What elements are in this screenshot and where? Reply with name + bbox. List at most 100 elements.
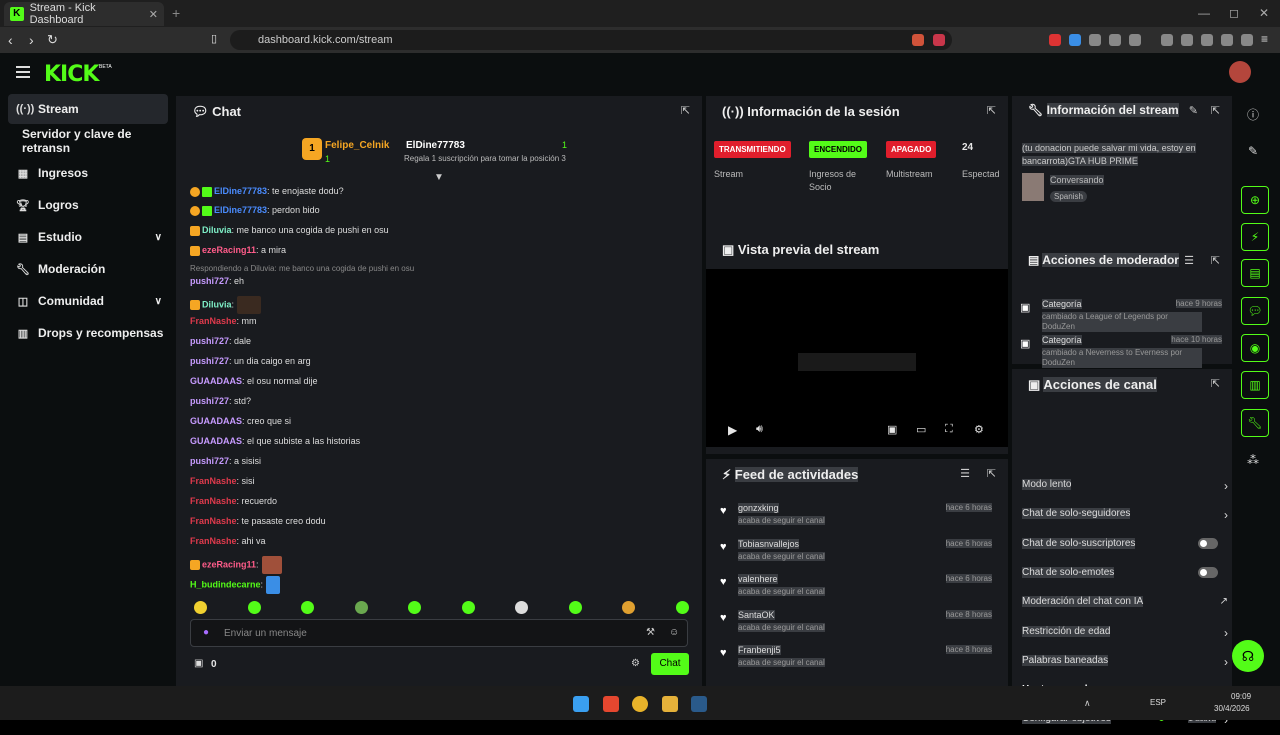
toggle-switch[interactable] (1198, 537, 1218, 549)
windows-start-icon[interactable] (573, 696, 589, 712)
vpn-icon[interactable] (1241, 34, 1253, 46)
channel-action-row[interactable]: Palabras baneadas › (1022, 654, 1232, 677)
chat-username[interactable]: pushi727 (190, 356, 229, 366)
chat-username[interactable]: GUAADAAS (190, 436, 242, 446)
channel-action-row[interactable]: Chat de solo-suscriptores (1022, 537, 1232, 560)
clock-time[interactable]: 09:09 (1231, 692, 1251, 701)
volume-icon[interactable]: 🔊︎ (756, 423, 763, 436)
new-tab-icon[interactable]: + (172, 5, 180, 21)
sidebar-item-drops[interactable]: ▥ Drops y recompensas (8, 318, 168, 348)
emote-shortcut[interactable] (247, 601, 261, 614)
emote-shortcut[interactable] (515, 601, 528, 614)
popout-icon[interactable]: ⇱ (1211, 104, 1220, 117)
sidebar-item-estudio[interactable]: ▤ Estudio ∨ (8, 222, 168, 252)
chat-username[interactable]: ElDine77783 (214, 205, 267, 215)
filter-icon[interactable]: ☰ (960, 467, 970, 480)
sidebar-toggle-icon[interactable] (1181, 34, 1193, 46)
emoji-icon[interactable]: ☺ (669, 627, 679, 638)
channel-action-row[interactable]: Moderación del chat con IA ↗ (1022, 596, 1232, 618)
chat-username[interactable]: Diluvia (202, 299, 232, 309)
close-window-icon[interactable]: ✕ (1259, 6, 1269, 20)
chat-input[interactable]: ● Enviar un mensaje ⚒ ☺ (190, 619, 688, 647)
sidebar-item-stream[interactable]: ((·)) Stream (8, 94, 168, 124)
chat-settings-icon[interactable]: ⚙ (631, 658, 640, 669)
record-extension-icon[interactable] (1049, 34, 1061, 46)
url-field[interactable]: dashboard.kick.com/stream (230, 30, 952, 50)
mod-action-item[interactable]: ▣ Categoría hace 9 horas cambiado a League … (1020, 299, 1226, 333)
maximize-icon[interactable]: ◻ (1229, 6, 1239, 20)
document-icon[interactable]: ▤ (1241, 259, 1269, 287)
mod-action-item[interactable]: ▣ Categoría hace 10 horas cambiado a Nevern… (1020, 335, 1226, 369)
target-icon[interactable]: ⊕ (1241, 186, 1269, 214)
toggle-switch[interactable] (1198, 566, 1218, 578)
info-icon[interactable]: ⓘ (1236, 100, 1270, 128)
store-icon[interactable]: ▣ (194, 658, 203, 669)
popout-icon[interactable]: ⇱ (987, 467, 996, 480)
language-indicator[interactable]: ESP (1150, 698, 1166, 707)
user-avatar[interactable] (1229, 61, 1251, 83)
chat-username[interactable]: ezeRacing11 (202, 559, 256, 569)
chrome-icon[interactable] (632, 696, 648, 712)
media-icon[interactable] (1161, 34, 1173, 46)
reload-icon[interactable]: ↻ (47, 32, 58, 48)
chat-username[interactable]: GUAADAAS (190, 376, 242, 386)
kick-logo[interactable]: KICK (44, 62, 99, 87)
panel-icon[interactable]: ▥ (1241, 371, 1269, 399)
chat-username[interactable]: FranNashe (190, 316, 237, 326)
sidebar-item-comunidad[interactable]: ◫ Comunidad ∨ (8, 286, 168, 316)
emote-shortcut[interactable] (354, 601, 368, 614)
chat-username[interactable]: pushi727 (190, 456, 229, 466)
feed-item[interactable]: ♥ Franbenji5 acaba de seguir el canal hace … (720, 645, 998, 675)
bookmark-icon[interactable]: ▯ (211, 32, 217, 45)
player-settings-icon[interactable]: ⚙ (974, 423, 984, 436)
theater-icon[interactable]: ▭ (916, 423, 926, 436)
emote-image[interactable] (261, 556, 282, 574)
clock-date[interactable]: 30/4/2026 (1214, 704, 1250, 713)
top-gifter-name[interactable]: Felipe_Celnik (325, 140, 389, 151)
emote-shortcut[interactable] (301, 601, 314, 614)
forward-icon[interactable]: › (29, 32, 34, 48)
chat-username[interactable]: FranNashe (190, 536, 237, 546)
add-widget-icon[interactable]: ⁂ (1236, 446, 1270, 474)
chat-username[interactable]: pushi727 (190, 396, 229, 406)
brave-browser-icon[interactable] (603, 696, 619, 712)
back-icon[interactable]: ‹ (8, 32, 13, 48)
emote-shortcut[interactable] (461, 601, 475, 614)
hamburger-menu-icon[interactable] (16, 66, 30, 78)
second-gifter-name[interactable]: ElDine77783 (406, 140, 465, 151)
close-tab-icon[interactable]: ✕ (149, 8, 158, 21)
collapse-pinned-icon[interactable]: ▼ (434, 172, 444, 183)
minimize-icon[interactable]: — (1198, 6, 1210, 20)
audio-extension-icon[interactable] (1089, 34, 1101, 46)
channel-action-row[interactable]: Restricción de edad › (1022, 625, 1232, 648)
sidebar-item-moderacion[interactable]: 🔧︎ Moderación (8, 254, 168, 284)
pip-icon[interactable]: ▣ (887, 423, 897, 436)
chat-username[interactable]: FranNashe (190, 476, 237, 486)
fullscreen-icon[interactable]: ⛶ (945, 423, 953, 436)
sidebar-item-ingresos[interactable]: ▦ Ingresos (8, 158, 168, 188)
emote-image[interactable] (237, 296, 262, 314)
play-icon[interactable]: ▶ (728, 423, 737, 437)
bolt-icon[interactable]: ⚡︎ (1241, 223, 1269, 251)
wrench-icon[interactable]: 🔧︎ (1241, 409, 1269, 437)
popout-icon[interactable]: ⇱ (987, 104, 996, 117)
chat-username[interactable]: pushi727 (190, 336, 229, 346)
extension-icon[interactable] (1069, 34, 1081, 46)
emote-shortcut[interactable] (675, 601, 689, 614)
brave-shield-icon[interactable] (912, 34, 924, 46)
steam-icon[interactable] (691, 696, 707, 712)
pencil-icon[interactable]: ✎ (1236, 137, 1270, 165)
chat-username[interactable]: ElDine77783 (214, 186, 267, 196)
translate-icon[interactable] (1109, 34, 1121, 46)
feed-item[interactable]: ♥ gonzxking acaba de seguir el canal hace 6… (720, 503, 998, 533)
sidebar-item-server-key[interactable]: Servidor y clave de retransn (22, 126, 175, 156)
command-icon[interactable]: ⚒ (646, 627, 655, 638)
emote-shortcut[interactable] (622, 601, 635, 614)
send-chat-button[interactable]: Chat (651, 653, 689, 675)
chat-username[interactable]: pushi727 (190, 276, 229, 286)
file-explorer-icon[interactable] (662, 696, 678, 712)
chat-username[interactable]: H_budindecarne (190, 579, 261, 589)
signal-icon[interactable]: ◉ (1241, 334, 1269, 362)
popout-icon[interactable]: ⇱ (1211, 254, 1220, 267)
leo-icon[interactable] (1221, 34, 1233, 46)
